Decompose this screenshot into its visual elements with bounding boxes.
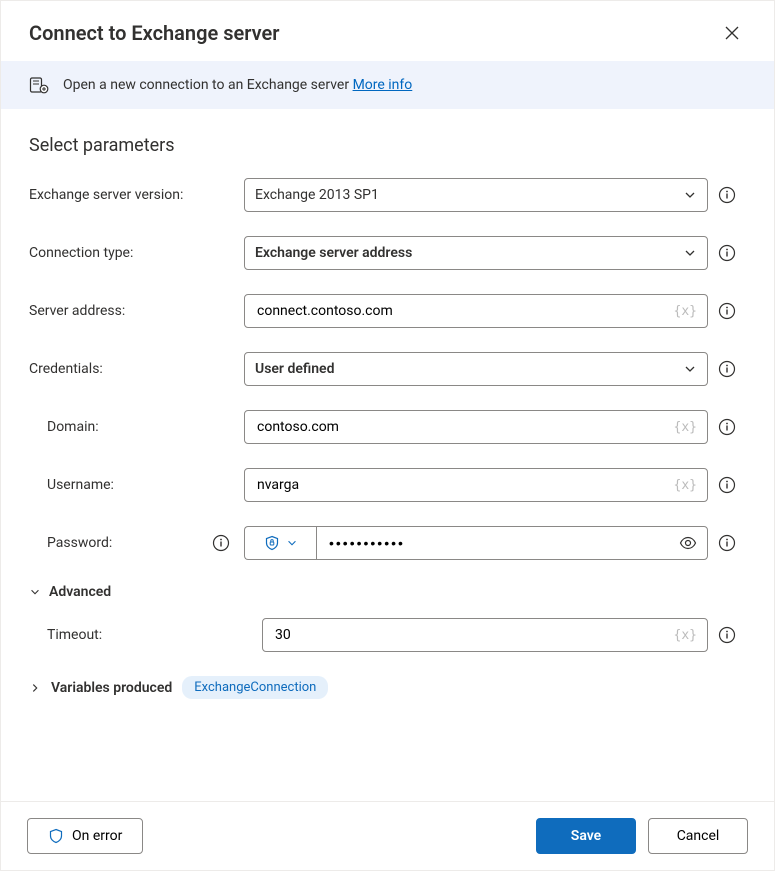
info-banner: Open a new connection to an Exchange ser… [1, 61, 774, 109]
save-button[interactable]: Save [536, 818, 636, 854]
variable-hint-icon[interactable]: {x} [674, 304, 697, 319]
variables-produced-label: Variables produced [51, 680, 172, 696]
close-button[interactable] [718, 19, 746, 47]
banner-text: Open a new connection to an Exchange ser… [63, 77, 412, 93]
variable-hint-icon[interactable]: {x} [674, 420, 697, 435]
field-domain: Domain: {x} [29, 410, 746, 444]
connection-icon [29, 75, 49, 95]
close-icon [724, 25, 740, 41]
info-icon[interactable] [718, 418, 736, 436]
label-username: Username: [47, 477, 244, 493]
select-credentials[interactable]: User defined [244, 352, 708, 386]
info-icon[interactable] [718, 360, 736, 378]
field-password: Password: [29, 526, 746, 560]
input-server-address-wrap: {x} [244, 294, 708, 328]
on-error-button[interactable]: On error [27, 818, 143, 854]
field-username: Username: {x} [29, 468, 746, 502]
select-value: User defined [255, 361, 334, 377]
field-server-address: Server address: {x} [29, 294, 746, 328]
input-username-wrap: {x} [244, 468, 708, 502]
input-timeout-wrap: {x} [262, 618, 708, 652]
shield-icon [264, 535, 280, 551]
info-icon[interactable] [212, 534, 230, 552]
variable-tag[interactable]: ExchangeConnection [182, 676, 328, 699]
dialog: Connect to Exchange server Open a new co… [0, 0, 775, 871]
variables-produced-collapser[interactable]: Variables produced ExchangeConnection [29, 676, 746, 699]
input-password-wrap [316, 526, 708, 560]
chevron-right-icon [29, 682, 41, 694]
dialog-title: Connect to Exchange server [29, 21, 279, 45]
chevron-down-icon [29, 586, 41, 598]
advanced-collapser[interactable]: Advanced [29, 584, 746, 600]
section-title: Select parameters [29, 135, 746, 156]
advanced-label: Advanced [49, 584, 111, 600]
label-credentials: Credentials: [29, 361, 244, 377]
password-control [244, 526, 708, 560]
label-timeout: Timeout: [47, 627, 262, 643]
input-domain-wrap: {x} [244, 410, 708, 444]
info-icon[interactable] [718, 302, 736, 320]
info-icon[interactable] [718, 476, 736, 494]
chevron-down-icon [683, 246, 697, 260]
field-connection-type: Connection type: Exchange server address [29, 236, 746, 270]
label-connection-type: Connection type: [29, 245, 244, 261]
chevron-down-icon [286, 537, 298, 549]
input-timeout[interactable] [273, 626, 674, 644]
select-value: Exchange server address [255, 245, 412, 261]
label-password: Password: [47, 535, 212, 551]
info-icon[interactable] [718, 534, 736, 552]
info-icon[interactable] [718, 626, 736, 644]
info-icon[interactable] [718, 186, 736, 204]
label-server-address: Server address: [29, 303, 244, 319]
variable-hint-icon[interactable]: {x} [674, 628, 697, 643]
select-exchange-version[interactable]: Exchange 2013 SP1 [244, 178, 708, 212]
title-row: Connect to Exchange server [1, 1, 774, 61]
cancel-button[interactable]: Cancel [648, 818, 748, 854]
chevron-down-icon [683, 188, 697, 202]
eye-icon[interactable] [679, 534, 697, 552]
content-area: Select parameters Exchange server versio… [1, 109, 774, 801]
chevron-down-icon [683, 362, 697, 376]
select-value: Exchange 2013 SP1 [255, 187, 379, 203]
select-connection-type[interactable]: Exchange server address [244, 236, 708, 270]
password-source-dropdown[interactable] [244, 526, 316, 560]
info-icon[interactable] [718, 244, 736, 262]
label-domain: Domain: [47, 419, 244, 435]
field-timeout: Timeout: {x} [29, 618, 746, 652]
input-server-address[interactable] [255, 302, 674, 320]
footer: On error Save Cancel [1, 801, 774, 870]
shield-outline-icon [48, 828, 64, 844]
field-exchange-version: Exchange server version: Exchange 2013 S… [29, 178, 746, 212]
input-password[interactable] [327, 534, 679, 552]
field-credentials: Credentials: User defined [29, 352, 746, 386]
label-exchange-version: Exchange server version: [29, 187, 244, 203]
more-info-link[interactable]: More info [353, 77, 413, 93]
input-domain[interactable] [255, 418, 674, 436]
input-username[interactable] [255, 476, 674, 494]
variable-hint-icon[interactable]: {x} [674, 478, 697, 493]
